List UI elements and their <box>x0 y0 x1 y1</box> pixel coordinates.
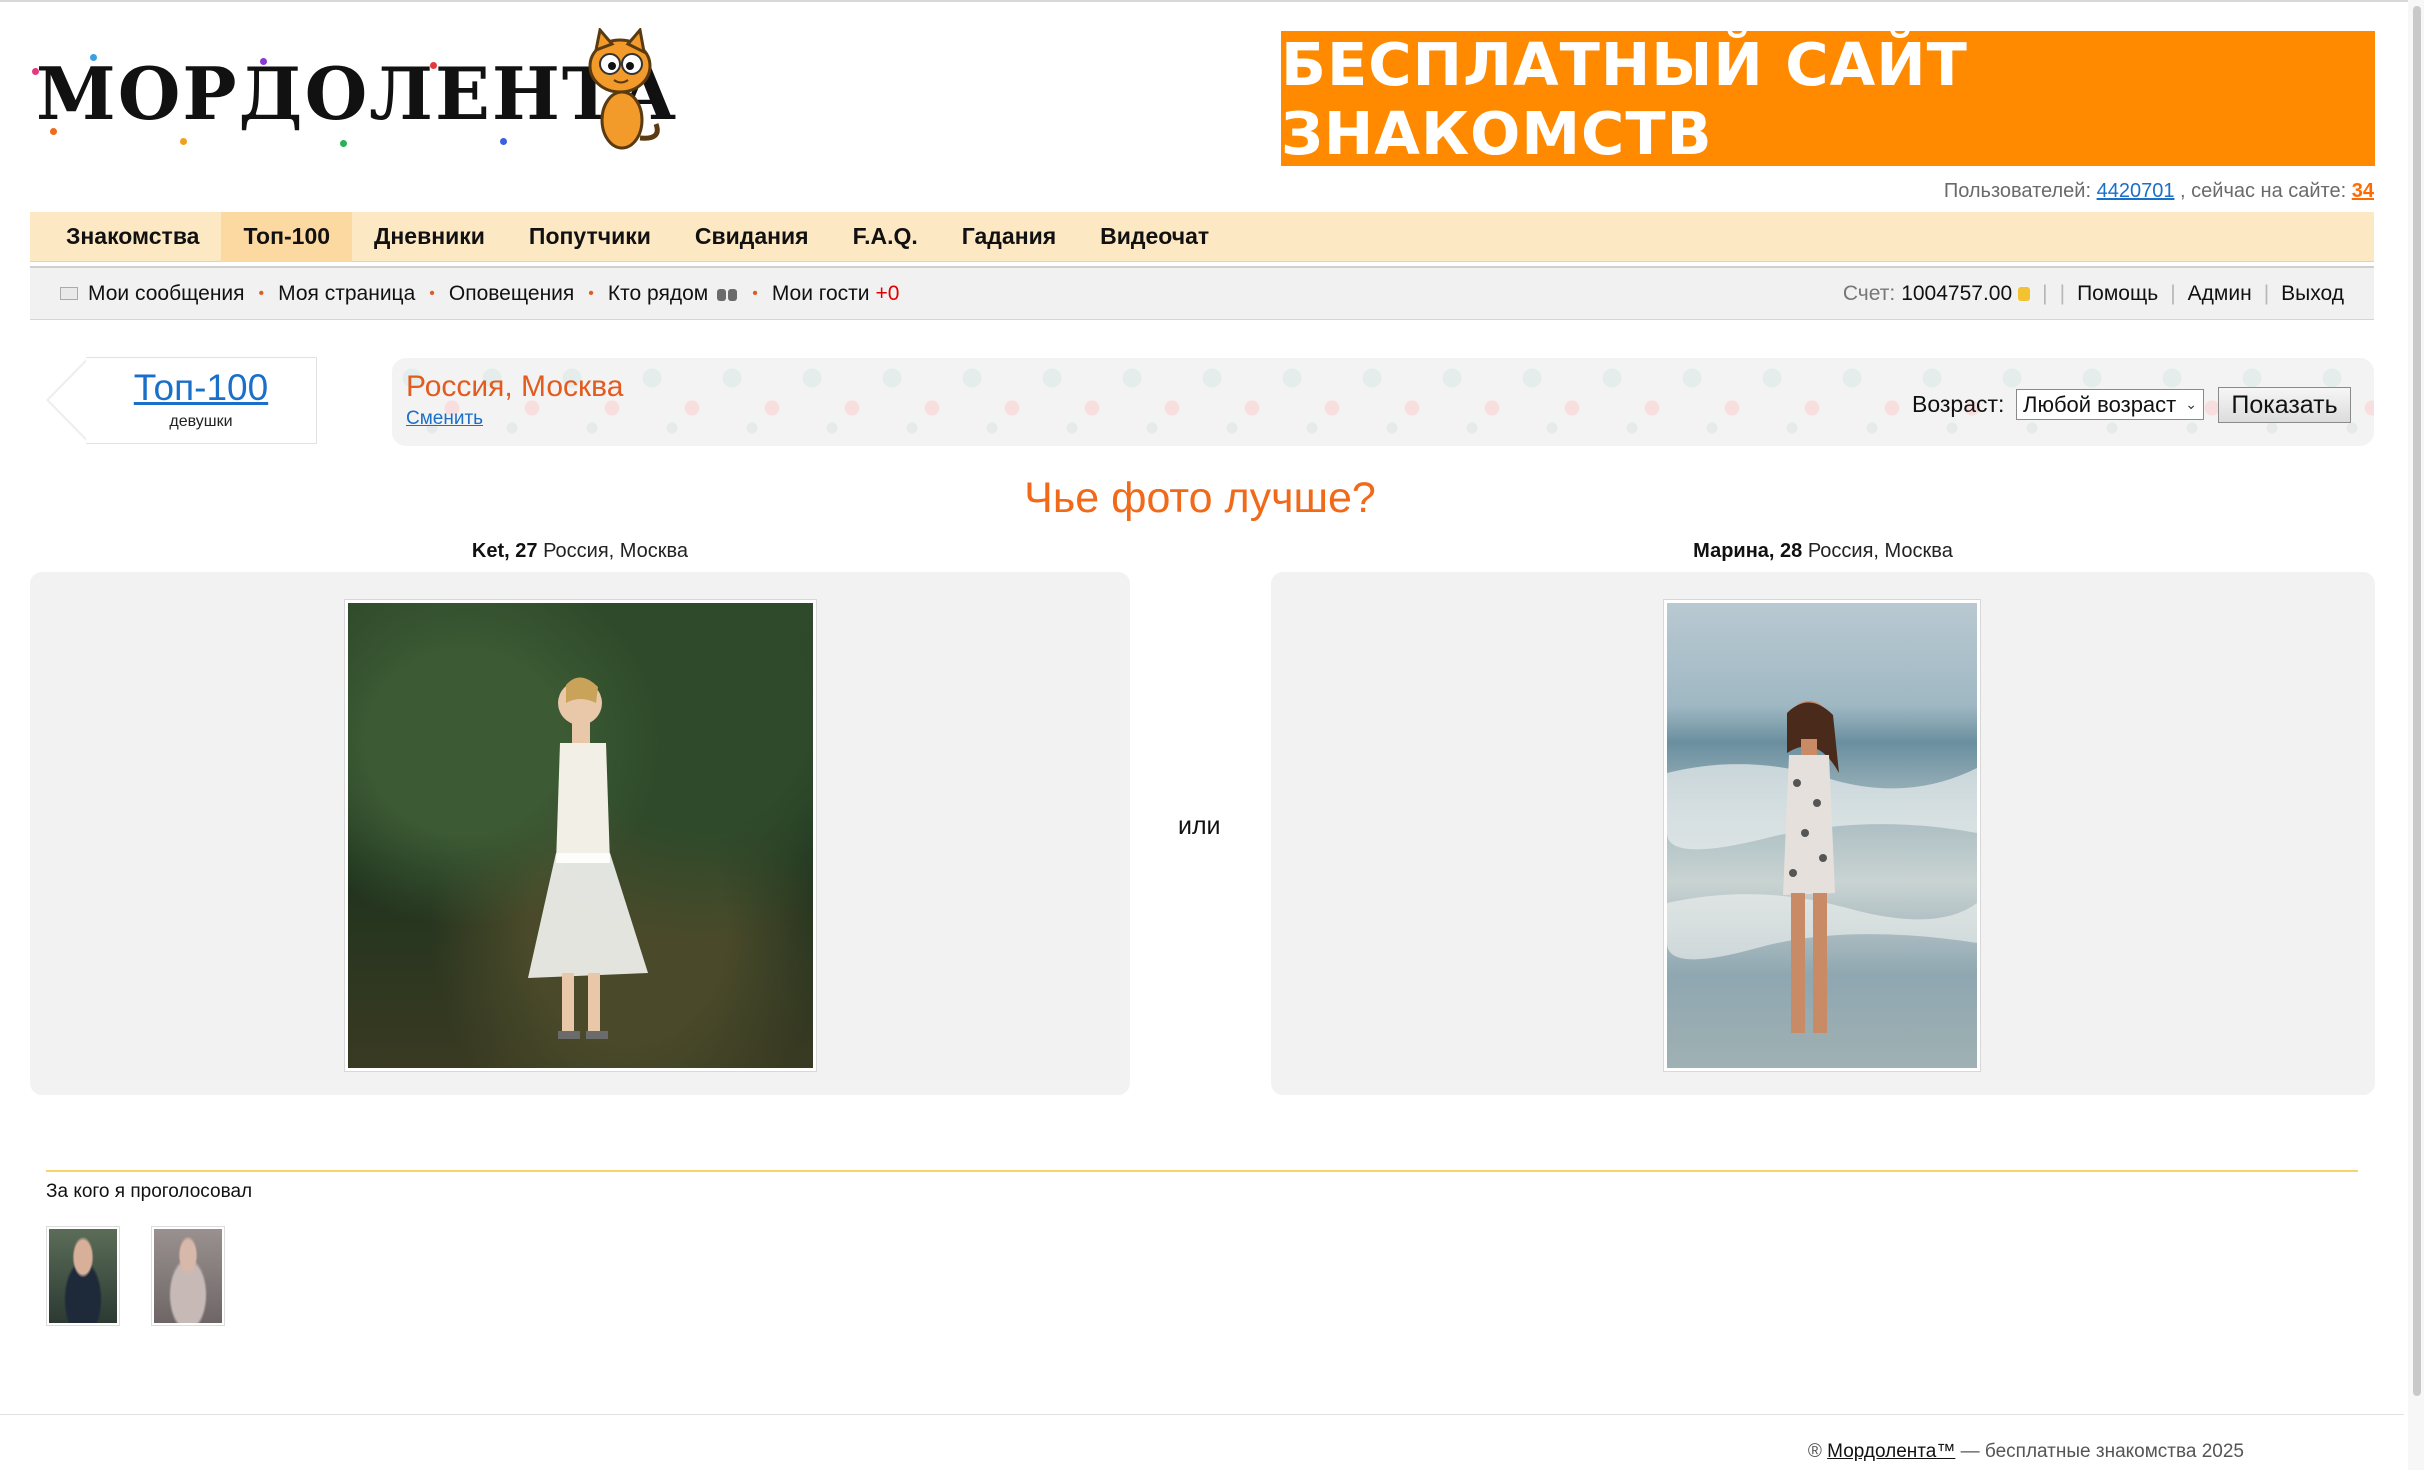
help-link[interactable]: Помощь <box>2077 282 2158 306</box>
coin-icon <box>2018 286 2031 301</box>
show-button[interactable]: Показать <box>2218 387 2351 423</box>
menu-item-fortune[interactable]: Гадания <box>940 212 1078 262</box>
bullet-separator: • <box>752 284 758 302</box>
left-candidate-location: Россия, Москва <box>543 540 689 562</box>
bullet-separator: • <box>258 284 265 302</box>
age-select[interactable]: Любой возраст ⌄ <box>2016 389 2204 420</box>
footer-divider <box>0 1414 2404 1415</box>
nearby-link[interactable]: Кто рядом <box>608 282 708 306</box>
age-selected-value: Любой возраст <box>2023 392 2177 417</box>
voted-thumbnail-image <box>154 1229 222 1323</box>
guests-count: +0 <box>875 281 900 305</box>
divider: | <box>2042 281 2048 305</box>
users-count-link[interactable]: 4420701 <box>2097 180 2175 202</box>
scrollbar-thumb[interactable] <box>2413 6 2421 1396</box>
ad-banner[interactable]: БЕСПЛАТНЫЙ САЙТ ЗНАКОМСТВ <box>1281 30 2375 168</box>
divider: | <box>2059 281 2066 305</box>
main-menu: Знакомства Топ-100 Дневники Попутчики Св… <box>30 211 2374 262</box>
registered-symbol: ® <box>1807 1441 1822 1462</box>
notifications-link[interactable]: Оповещения <box>449 282 574 306</box>
online-label: , сейчас на сайте: <box>2180 180 2347 202</box>
top-border <box>0 0 2424 2</box>
left-candidate-label: Ket, 27 Россия, Москва <box>30 540 1130 563</box>
or-label: или <box>1178 812 1221 840</box>
binoculars-icon <box>716 287 738 301</box>
voted-thumbnail[interactable] <box>151 1226 225 1326</box>
menu-item-dating[interactable]: Знакомства <box>44 212 221 262</box>
top100-subtitle: девушки <box>169 413 233 430</box>
my-messages-link[interactable]: Мои сообщения <box>88 282 245 306</box>
top100-title-link[interactable]: Топ-100 <box>86 367 316 409</box>
age-label: Возраст: <box>1912 391 2005 417</box>
footer-text: — бесплатные знакомства 2025 <box>1960 1441 2244 1462</box>
logout-link[interactable]: Выход <box>2281 282 2344 306</box>
section-divider <box>46 1170 2358 1172</box>
divider: | <box>2263 281 2270 305</box>
woman-in-white-dress-figure <box>528 677 648 1039</box>
voted-thumbnail-image <box>49 1229 117 1323</box>
balance-value: 1004757.00 <box>1901 281 2013 305</box>
tab-arrow-inner <box>49 359 89 441</box>
menu-item-travel-companions[interactable]: Попутчики <box>507 212 673 262</box>
online-count-link[interactable]: 34 <box>2352 180 2374 202</box>
right-candidate-location: Россия, Москва <box>1807 540 1953 562</box>
right-candidate-label: Марина, 28 Россия, Москва <box>1271 540 2375 563</box>
menu-item-faq[interactable]: F.A.Q. <box>831 212 940 262</box>
chevron-down-icon: ⌄ <box>2185 396 2197 412</box>
vertical-scrollbar[interactable] <box>2408 0 2424 1470</box>
footer-brand-link[interactable]: Мордолента™ <box>1827 1441 1955 1462</box>
voted-section-title: За кого я проголосовал <box>46 1181 253 1202</box>
user-submenu: Мои сообщения • Моя страница • Оповещени… <box>30 266 2374 320</box>
menu-item-dates[interactable]: Свидания <box>673 212 831 262</box>
left-photo[interactable] <box>344 599 817 1072</box>
bullet-separator: • <box>429 284 435 302</box>
balance-label: Счет: <box>1842 281 1896 305</box>
region-label: Россия, Москва <box>406 370 624 403</box>
divider: | <box>2170 281 2176 305</box>
right-photo[interactable] <box>1663 599 1981 1072</box>
site-logo[interactable]: МОРДОЛЕНТА <box>30 28 676 153</box>
admin-link[interactable]: Админ <box>2188 282 2252 306</box>
left-candidate-name: Ket, 27 <box>471 540 538 562</box>
right-photo-image <box>1667 603 1977 1068</box>
users-stats: Пользователей: 4420701 , сейчас на сайте… <box>1944 180 2374 203</box>
compare-title: Чье фото лучше? <box>1024 474 1376 522</box>
users-label: Пользователей: <box>1943 180 2092 202</box>
woman-on-beach-figure <box>1667 701 1977 1033</box>
left-photo-panel[interactable] <box>30 572 1130 1095</box>
change-region-link[interactable]: Сменить <box>406 408 483 430</box>
envelope-icon <box>60 287 78 300</box>
bullet-separator: • <box>588 284 594 302</box>
footer: ® Мордолента™ — бесплатные знакомства 20… <box>1808 1441 2244 1463</box>
top100-tab[interactable]: Топ-100 девушки <box>46 357 317 444</box>
left-photo-image <box>348 603 813 1068</box>
voted-thumbnail[interactable] <box>46 1226 120 1326</box>
my-page-link[interactable]: Моя страница <box>278 282 415 306</box>
menu-item-diaries[interactable]: Дневники <box>352 212 507 262</box>
my-guests-link[interactable]: Мои гости <box>772 282 870 306</box>
cat-mascot-icon <box>588 28 660 150</box>
menu-item-top100[interactable]: Топ-100 <box>221 211 353 262</box>
right-photo-panel[interactable] <box>1271 572 2375 1095</box>
right-candidate-name: Марина, 28 <box>1693 540 1803 562</box>
menu-item-videochat[interactable]: Видеочат <box>1078 212 1231 262</box>
